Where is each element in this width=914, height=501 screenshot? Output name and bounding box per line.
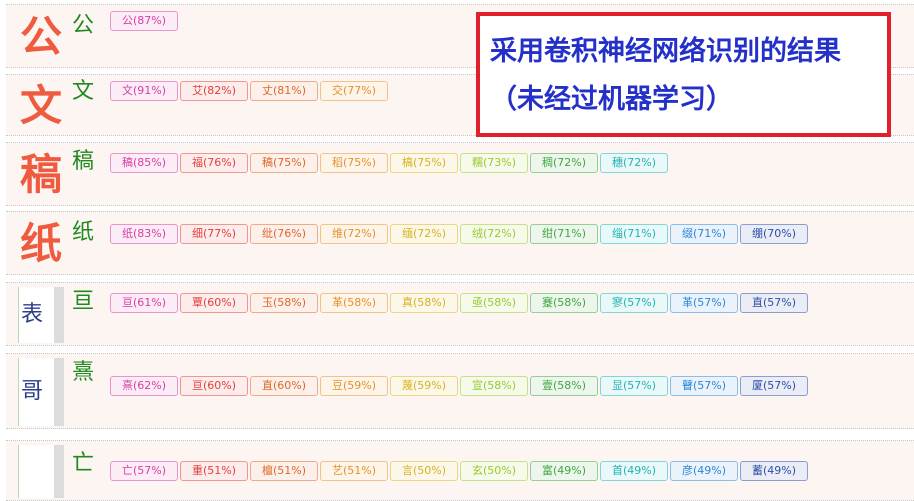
candidate-tag[interactable]: 玄(50%) bbox=[460, 461, 528, 481]
candidate-tag[interactable]: 覃(60%) bbox=[180, 293, 248, 313]
result-row: 稿稿稿(85%) 福(76%) 稿(75%) 稻(75%) 槁(75%) 糯(73%) 稠(… bbox=[6, 142, 914, 206]
candidate-tag[interactable]: 文(91%) bbox=[110, 81, 178, 101]
candidate-tag[interactable]: 纰(76%) bbox=[250, 224, 318, 244]
candidate-tag[interactable]: 厦(57%) bbox=[740, 376, 808, 396]
candidate-tag[interactable]: 显(57%) bbox=[600, 376, 668, 396]
recognized-char: 亘 bbox=[72, 289, 95, 314]
candidate-tag[interactable]: 绷(70%) bbox=[740, 224, 808, 244]
candidate-tag[interactable]: 交(77%) bbox=[320, 81, 388, 101]
glyph-thumbnail: 表 bbox=[18, 287, 64, 343]
candidate-tag[interactable]: 革(57%) bbox=[670, 293, 738, 313]
candidate-tag[interactable]: 穗(72%) bbox=[600, 153, 668, 173]
candidate-tag[interactable]: 缀(71%) bbox=[670, 224, 738, 244]
candidate-tag[interactable]: 福(76%) bbox=[180, 153, 248, 173]
candidate-tag[interactable]: 槁(75%) bbox=[390, 153, 458, 173]
candidate-tag[interactable]: 稿(75%) bbox=[250, 153, 318, 173]
candidate-tag[interactable]: 富(49%) bbox=[530, 461, 598, 481]
candidate-tag[interactable]: 稠(72%) bbox=[530, 153, 598, 173]
candidate-tag[interactable]: 绒(72%) bbox=[460, 224, 528, 244]
candidate-tag[interactable]: 豆(59%) bbox=[320, 376, 388, 396]
candidate-tag[interactable]: 维(72%) bbox=[320, 224, 388, 244]
candidate-tag[interactable]: 缅(72%) bbox=[390, 224, 458, 244]
candidate-tag[interactable]: 重(51%) bbox=[180, 461, 248, 481]
result-row: 表亘亘(61%) 覃(60%) 玉(58%) 革(58%) 真(58%) 亟(58%) 蹇(… bbox=[6, 282, 914, 346]
candidate-tag[interactable]: 亘(61%) bbox=[110, 293, 178, 313]
candidate-tag[interactable]: 熹(62%) bbox=[110, 376, 178, 396]
recognized-char: 公 bbox=[72, 13, 95, 38]
candidate-tag[interactable]: 细(77%) bbox=[180, 224, 248, 244]
glyph-thumbnail bbox=[18, 445, 64, 498]
candidate-tag[interactable]: 绀(71%) bbox=[530, 224, 598, 244]
candidate-tag[interactable]: 亘(60%) bbox=[180, 376, 248, 396]
candidate-tag[interactable]: 首(49%) bbox=[600, 461, 668, 481]
candidate-tag[interactable]: 壹(58%) bbox=[530, 376, 598, 396]
glyph-thumbnail: 稿 bbox=[19, 150, 62, 199]
candidate-tag[interactable]: 玉(58%) bbox=[250, 293, 318, 313]
candidate-tag[interactable]: 瞽(57%) bbox=[670, 376, 738, 396]
glyph-thumbnail: 公 bbox=[19, 12, 62, 61]
candidate-tag[interactable]: 蔑(59%) bbox=[390, 376, 458, 396]
candidate-tag[interactable]: 艾(82%) bbox=[180, 81, 248, 101]
recognized-char: 熹 bbox=[72, 360, 95, 385]
candidate-tag[interactable]: 稿(85%) bbox=[110, 153, 178, 173]
candidate-tag[interactable]: 直(60%) bbox=[250, 376, 318, 396]
recognized-char: 稿 bbox=[72, 149, 95, 174]
candidate-tag[interactable]: 缁(71%) bbox=[600, 224, 668, 244]
candidate-tag[interactable]: 檀(51%) bbox=[250, 461, 318, 481]
candidate-tag[interactable]: 丈(81%) bbox=[250, 81, 318, 101]
candidate-tag[interactable]: 艺(51%) bbox=[320, 461, 388, 481]
result-row: 亡亡(57%) 重(51%) 檀(51%) 艺(51%) 言(50%) 玄(50%) 富(4… bbox=[6, 440, 914, 501]
candidate-tag[interactable]: 公(87%) bbox=[110, 11, 178, 31]
candidate-tag[interactable]: 宣(58%) bbox=[460, 376, 528, 396]
glyph-thumbnail: 哥 bbox=[18, 358, 64, 426]
candidate-tag[interactable]: 稻(75%) bbox=[320, 153, 388, 173]
candidate-tag[interactable]: 直(57%) bbox=[740, 293, 808, 313]
recognized-char: 文 bbox=[72, 79, 95, 104]
result-row: 哥熹熹(62%) 亘(60%) 直(60%) 豆(59%) 蔑(59%) 宣(58%) 壹(… bbox=[6, 353, 914, 429]
candidate-tag[interactable]: 真(58%) bbox=[390, 293, 458, 313]
candidate-tag[interactable]: 寥(57%) bbox=[600, 293, 668, 313]
candidate-tag[interactable]: 糯(73%) bbox=[460, 153, 528, 173]
recognized-char: 纸 bbox=[72, 220, 95, 245]
candidate-tag[interactable]: 革(58%) bbox=[320, 293, 388, 313]
annotation-box: 采用卷积神经网络识别的结果（未经过机器学习） bbox=[476, 12, 891, 137]
recognized-char: 亡 bbox=[72, 451, 95, 476]
candidate-tag[interactable]: 亟(58%) bbox=[460, 293, 528, 313]
candidate-tag[interactable]: 彦(49%) bbox=[670, 461, 738, 481]
candidate-tag[interactable]: 亡(57%) bbox=[110, 461, 178, 481]
result-row: 纸纸纸(83%) 细(77%) 纰(76%) 维(72%) 缅(72%) 绒(72%) 绀(… bbox=[6, 211, 914, 275]
glyph-thumbnail: 文 bbox=[19, 81, 62, 130]
candidate-tag[interactable]: 蹇(58%) bbox=[530, 293, 598, 313]
candidate-tag[interactable]: 言(50%) bbox=[390, 461, 458, 481]
candidate-tag[interactable]: 蓄(49%) bbox=[740, 461, 808, 481]
glyph-thumbnail: 纸 bbox=[19, 219, 62, 268]
candidate-tag[interactable]: 纸(83%) bbox=[110, 224, 178, 244]
